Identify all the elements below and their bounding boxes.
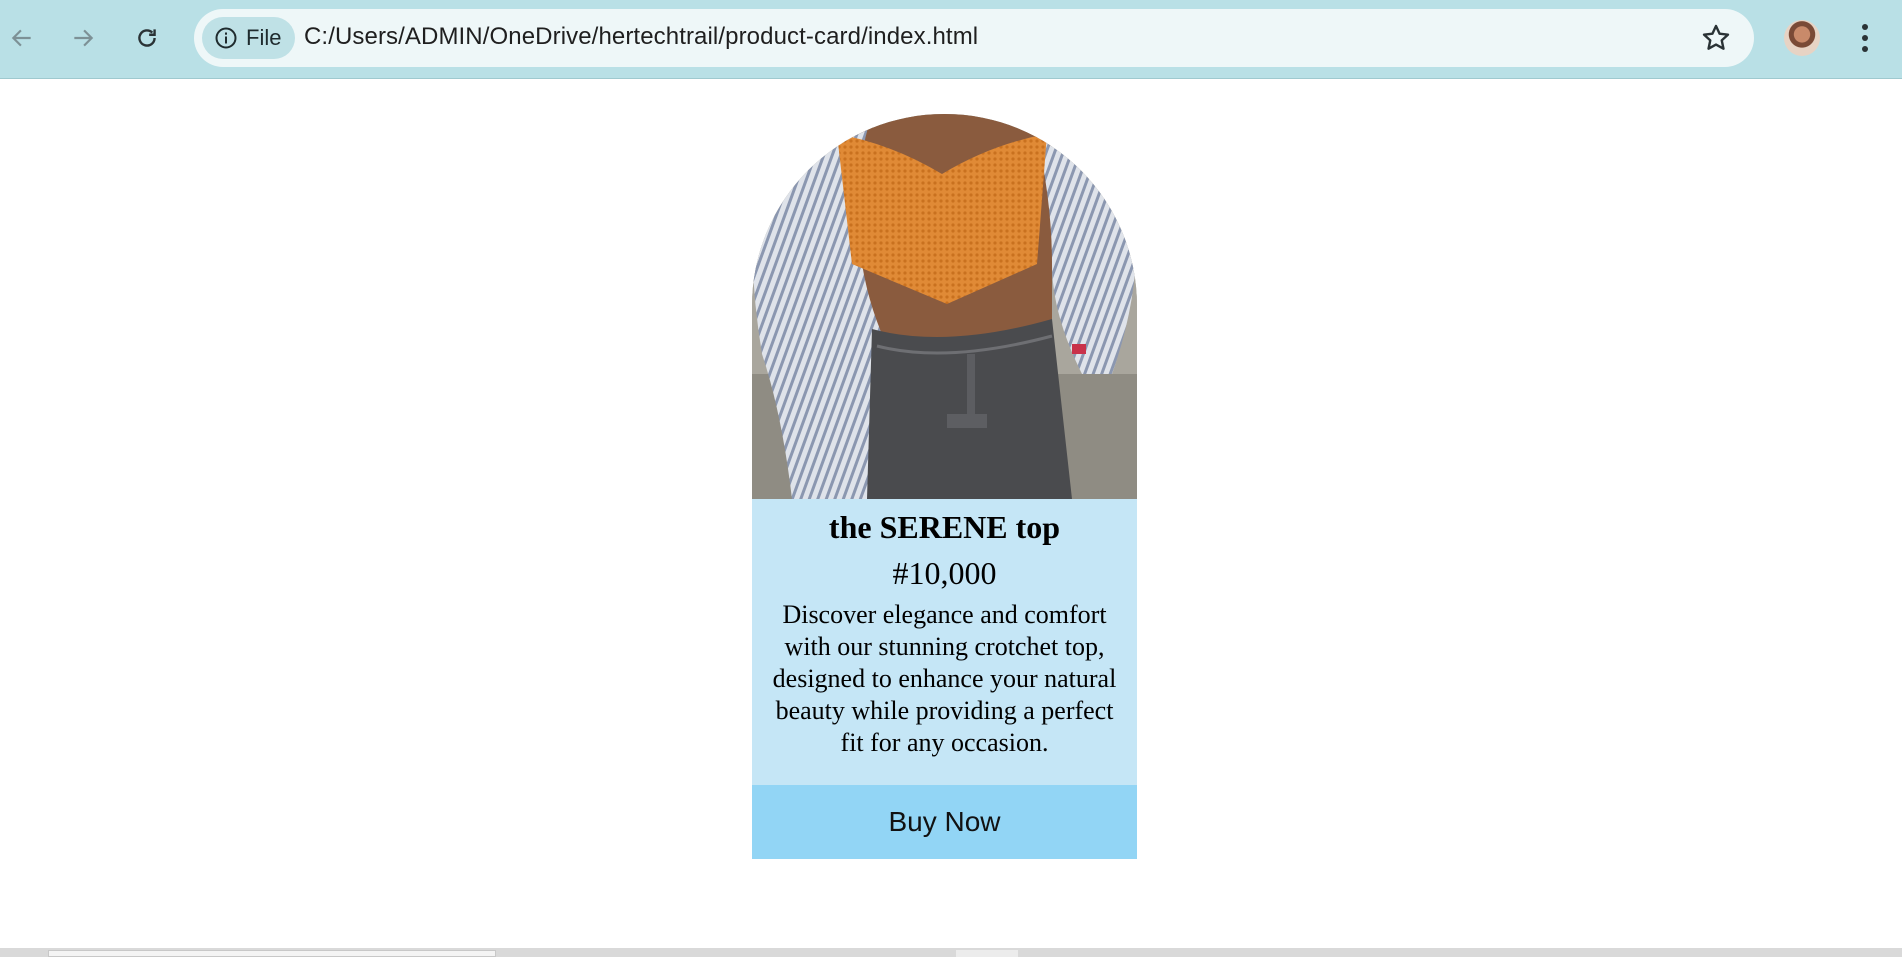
forward-button[interactable] <box>63 18 103 58</box>
scrollbar-segment <box>956 950 1018 957</box>
site-info-chip[interactable]: File <box>202 17 296 59</box>
product-info: the SERENE top #10,000 Discover elegance… <box>752 499 1137 785</box>
product-image <box>752 114 1137 499</box>
reload-icon <box>138 29 156 47</box>
product-card: the SERENE top #10,000 Discover elegance… <box>752 114 1137 859</box>
product-photo <box>752 114 1137 499</box>
product-title: the SERENE top <box>828 509 1061 545</box>
browser-toolbar: File C:/Users/ADMIN/OneDrive/hertechtrai… <box>0 0 1902 79</box>
url-text[interactable]: C:/Users/ADMIN/OneDrive/hertechtrail/pro… <box>304 23 978 51</box>
star-icon[interactable] <box>1700 22 1732 54</box>
info-icon <box>215 27 237 49</box>
scrollbar-thumb[interactable] <box>48 950 496 957</box>
back-arrow-icon <box>11 29 31 47</box>
reload-button[interactable] <box>127 18 167 58</box>
avatar[interactable] <box>1784 20 1820 56</box>
forward-arrow-icon <box>74 29 94 47</box>
back-button[interactable] <box>2 18 42 58</box>
product-price: #10,000 <box>892 555 997 591</box>
address-bar[interactable]: File C:/Users/ADMIN/OneDrive/hertechtrai… <box>194 9 1754 67</box>
buy-now-button[interactable]: Buy Now <box>752 785 1137 859</box>
kebab-menu-icon[interactable] <box>1848 20 1882 56</box>
product-description: Discover elegance and comfort with our s… <box>772 600 1117 757</box>
site-chip-label: File <box>246 25 282 50</box>
